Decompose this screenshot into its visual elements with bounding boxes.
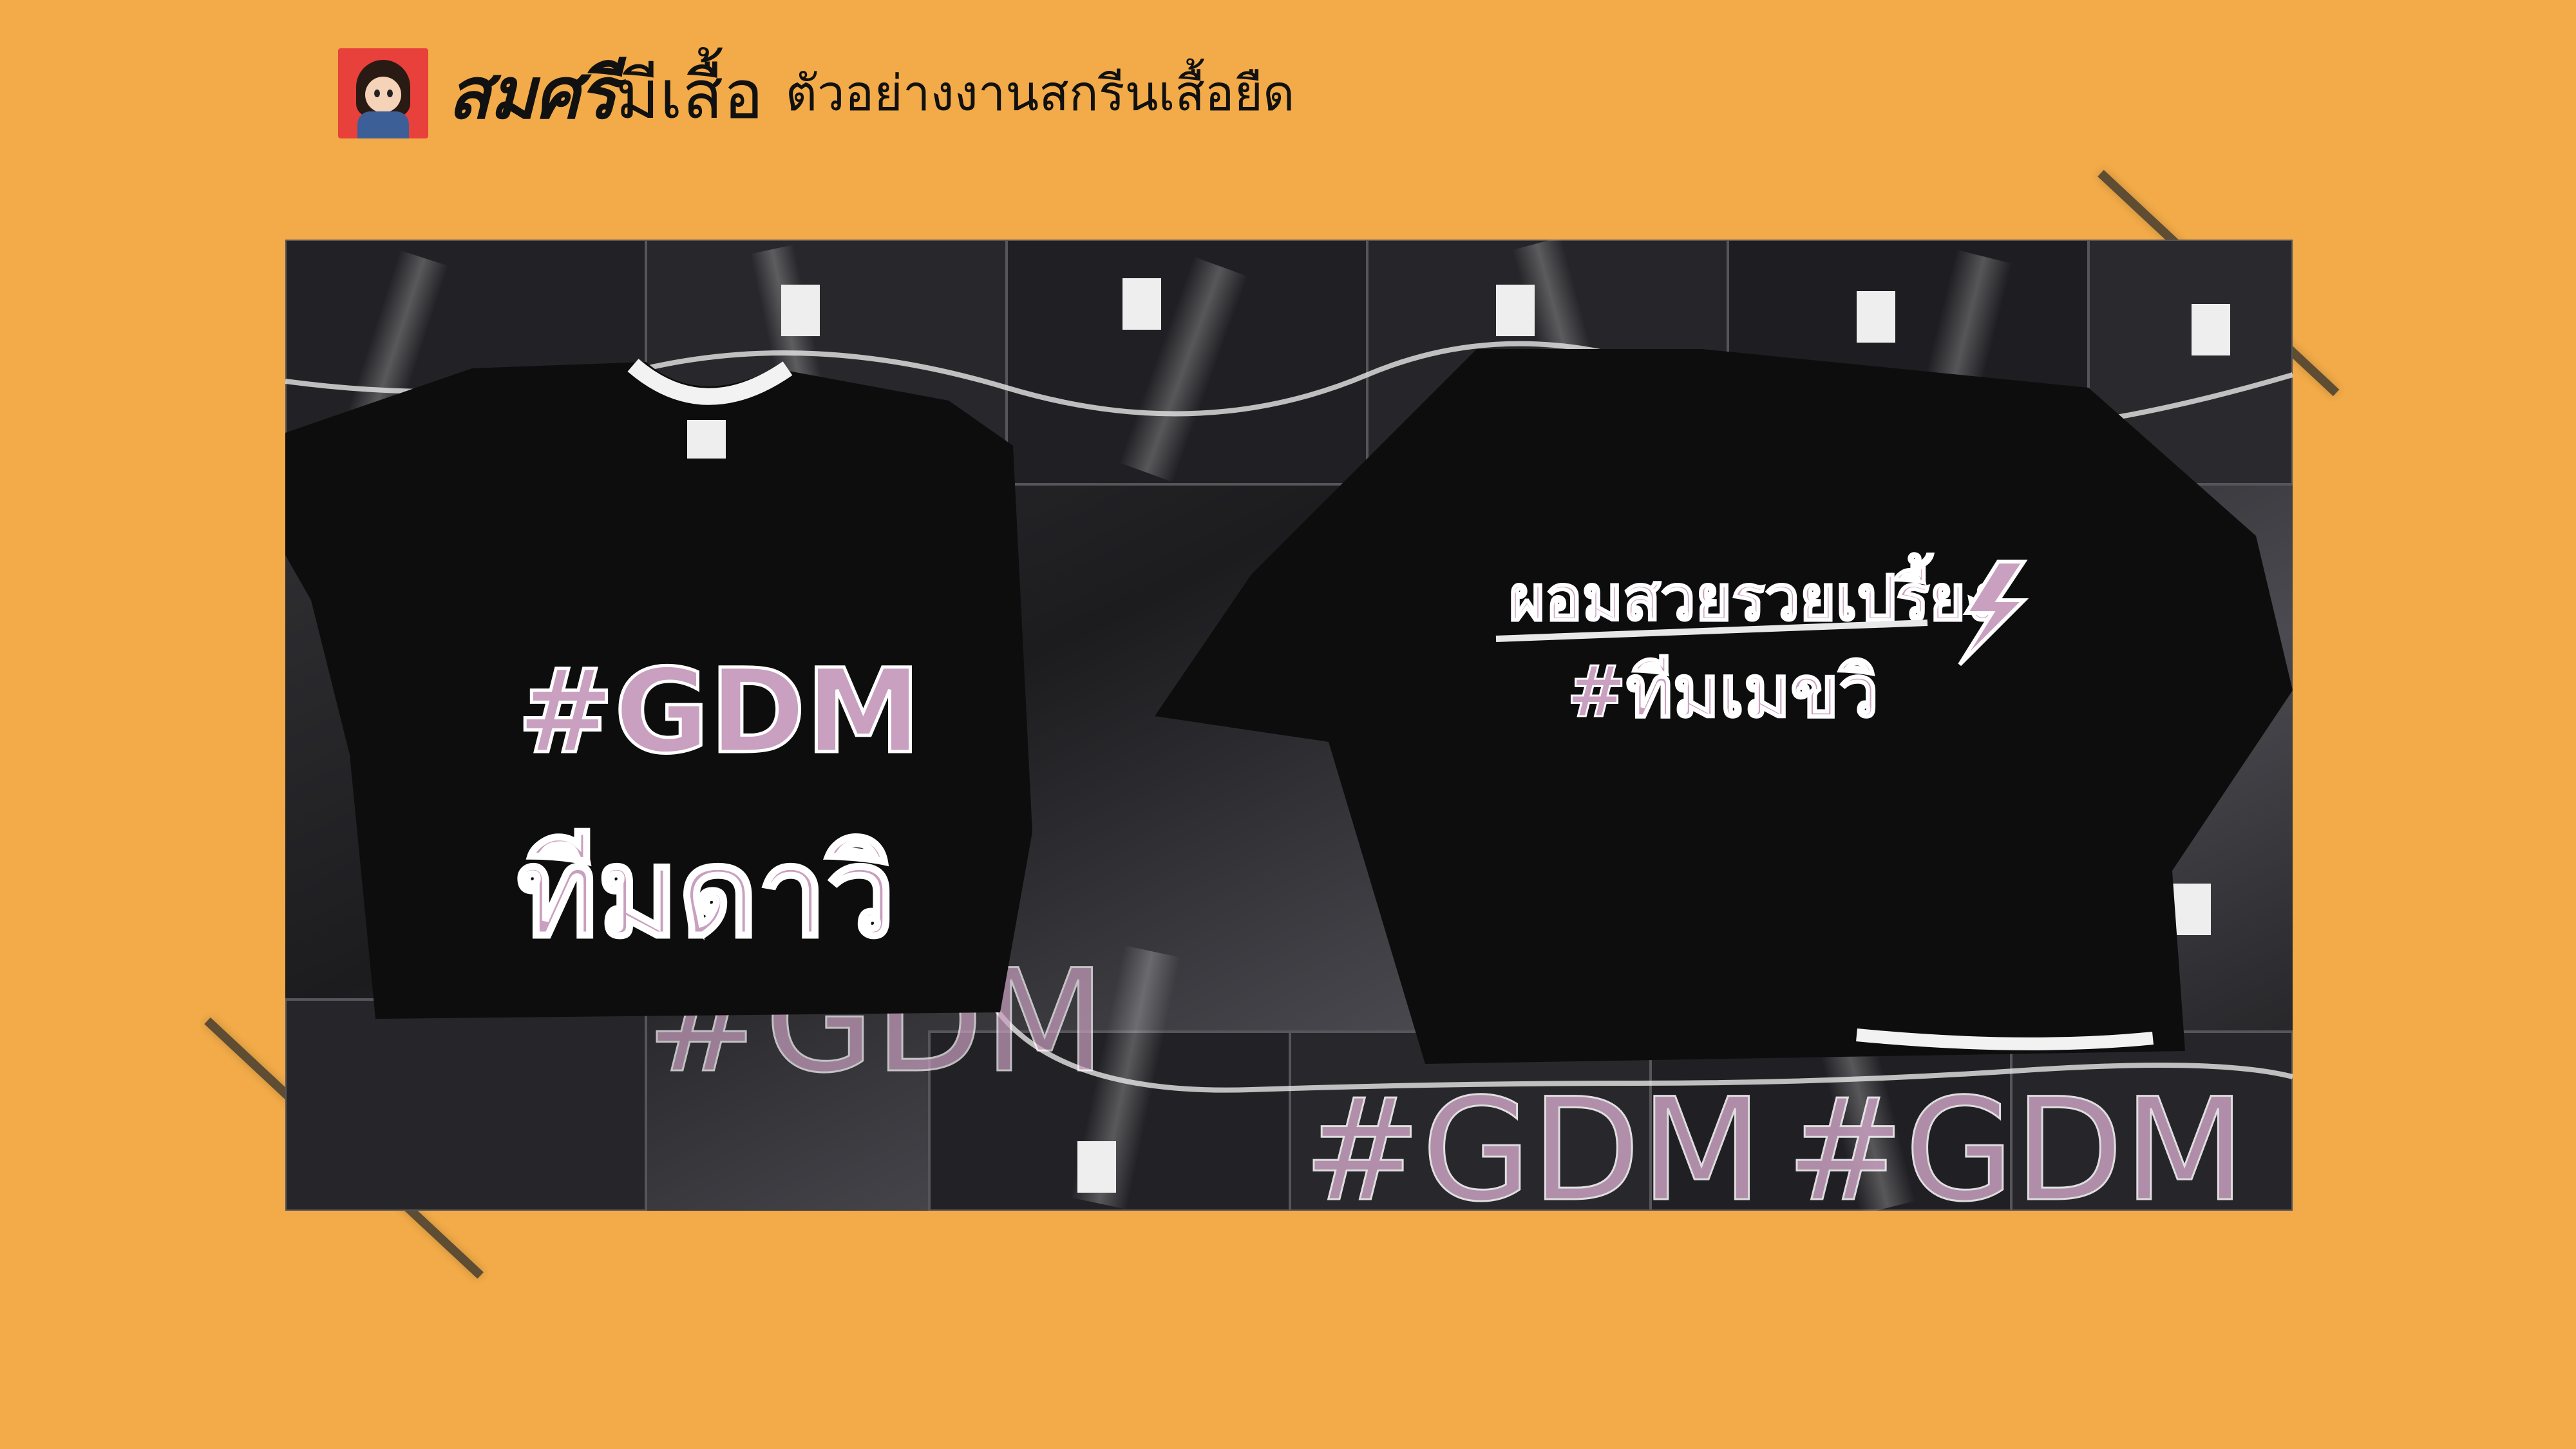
mascot-logo-icon: [338, 48, 428, 138]
left-shirt-print-line1: #GDM: [517, 645, 921, 779]
right-shirt-print-line2: #ทีมเมขวิ: [1567, 650, 1879, 733]
background-print-2: #GDM: [1786, 1068, 2246, 1211]
brand-main-text: สมศรี: [448, 52, 617, 135]
background-print-1: #GDM: [1303, 1068, 1763, 1211]
brand-name: สมศรี มีเสื้อ: [448, 37, 764, 149]
page-tagline: ตัวอย่างงานสกรีนเสื้อยืด: [785, 64, 1295, 122]
header: สมศรี มีเสื้อ ตัวอย่างงานสกรีนเสื้อยืด: [338, 45, 1294, 142]
left-shirt-print-line2: ทีมดาวิ: [517, 822, 895, 964]
tshirt-photo: #GDM #GDM #GDM #GDM ทีมดาวิ ผอมสวยรวยเปร…: [285, 240, 2293, 1211]
brand-sub-text: มีเสื้อ: [615, 55, 764, 134]
